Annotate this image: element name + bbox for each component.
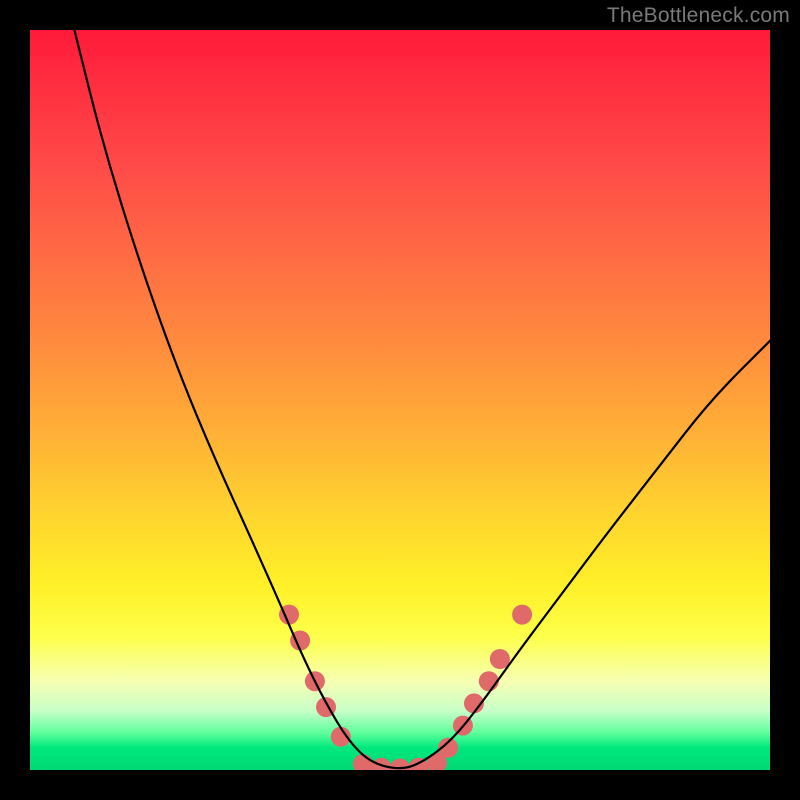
chart-plot-area (30, 30, 770, 770)
bottleneck-curve (74, 30, 770, 768)
highlight-dot (372, 758, 392, 770)
watermark-text: TheBottleneck.com (607, 4, 790, 28)
highlight-dot (353, 754, 373, 770)
chart-frame: TheBottleneck.com (0, 0, 800, 800)
highlight-dot (512, 605, 532, 625)
highlight-dot (479, 671, 499, 691)
chart-svg (30, 30, 770, 770)
